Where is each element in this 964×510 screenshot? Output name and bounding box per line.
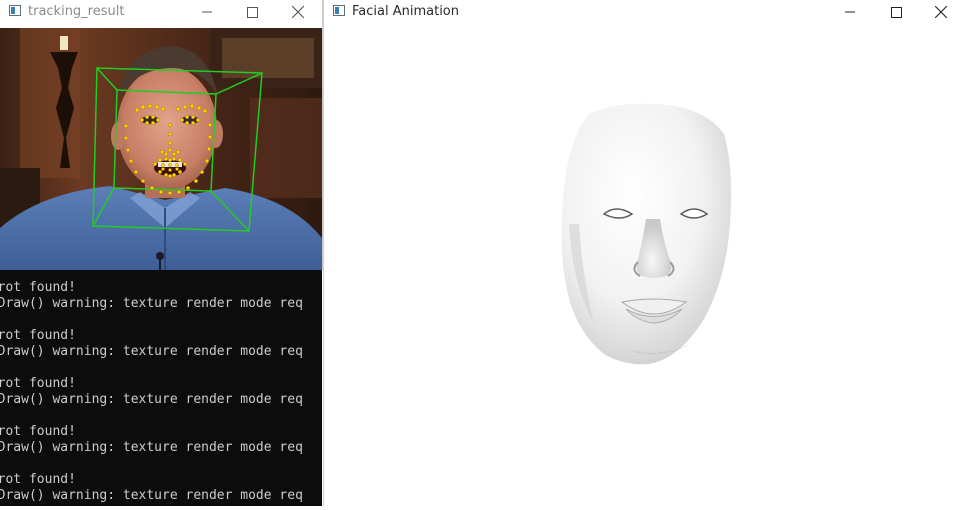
console-line: imDraw() warning: texture render mode re… xyxy=(0,392,303,407)
animation-titlebar[interactable]: Facial Animation xyxy=(324,0,964,24)
minimize-button[interactable] xyxy=(827,0,873,24)
minimize-icon xyxy=(845,11,855,13)
console-line: o rot found! xyxy=(0,376,76,391)
console-line: imDraw() warning: texture render mode re… xyxy=(0,344,303,359)
candle xyxy=(60,36,68,50)
minimize-icon xyxy=(202,11,212,13)
tracking-video-frame xyxy=(0,28,322,270)
console-line: o rot found! xyxy=(0,280,76,295)
console-line: o rot found! xyxy=(0,328,76,343)
tracking-titlebar[interactable]: tracking_result xyxy=(0,0,322,24)
facial-animation-window: Facial Animation xyxy=(323,0,964,506)
close-button[interactable] xyxy=(275,0,321,24)
render-canvas[interactable] xyxy=(324,24,964,506)
console-line: imDraw() warning: texture render mode re… xyxy=(0,296,303,311)
console-output[interactable]: o rot found! imDraw() warning: texture r… xyxy=(0,270,322,506)
maximize-button[interactable] xyxy=(229,0,275,24)
app-window-icon xyxy=(333,5,345,16)
close-icon xyxy=(292,6,304,18)
maximize-icon xyxy=(890,6,902,18)
tracking-result-window: tracking_result xyxy=(0,0,323,270)
app-window-icon xyxy=(9,5,21,16)
tracking-window-title: tracking_result xyxy=(28,4,125,19)
close-icon xyxy=(935,6,947,18)
tracking-scene xyxy=(0,28,322,270)
face-mesh-render xyxy=(561,103,732,365)
minimize-button[interactable] xyxy=(184,0,230,24)
console-line: imDraw() warning: texture render mode re… xyxy=(0,440,303,455)
animation-window-title: Facial Animation xyxy=(352,4,459,19)
close-button[interactable] xyxy=(918,0,964,24)
console-line: o rot found! xyxy=(0,424,76,439)
maximize-icon xyxy=(246,6,258,18)
maximize-button[interactable] xyxy=(873,0,919,24)
console-line: imDraw() warning: texture render mode re… xyxy=(0,488,303,503)
console-line: o rot found! xyxy=(0,472,76,487)
